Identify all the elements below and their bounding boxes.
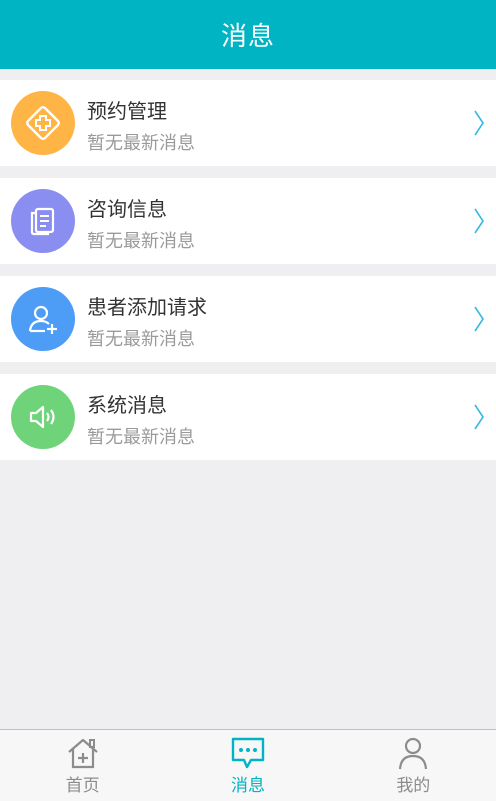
system-message-icon-badge	[11, 385, 75, 449]
message-item-consultation[interactable]: 咨询信息 暂无最新消息	[0, 178, 496, 264]
tab-messages[interactable]: 消息	[165, 730, 330, 801]
patient-request-icon-badge	[11, 287, 75, 351]
message-item-subtitle: 暂无最新消息	[87, 231, 195, 252]
chevron-right-icon	[474, 110, 484, 136]
message-item-appointment[interactable]: 预约管理 暂无最新消息	[0, 80, 496, 166]
message-item-subtitle: 暂无最新消息	[87, 329, 195, 350]
message-item-title: 预约管理	[87, 99, 167, 123]
home-icon	[67, 738, 98, 769]
chevron-right-icon	[474, 306, 484, 332]
message-item-title: 患者添加请求	[87, 295, 207, 319]
bottom-tab-bar: 首页 消息 我的	[0, 729, 496, 801]
message-item-title: 咨询信息	[87, 197, 167, 221]
tab-label: 消息	[230, 776, 265, 796]
add-user-icon	[28, 305, 57, 334]
appointment-icon-badge	[11, 91, 75, 155]
consultation-icon-badge	[11, 189, 75, 253]
message-item-system[interactable]: 系统消息 暂无最新消息	[0, 374, 496, 460]
chat-icon	[231, 737, 265, 769]
tab-label: 首页	[65, 776, 100, 796]
diamond-cross-icon	[26, 106, 60, 140]
document-icon	[30, 207, 55, 236]
header-bar: 消息	[0, 0, 496, 69]
message-item-subtitle: 暂无最新消息	[87, 427, 195, 448]
speaker-icon	[29, 405, 55, 429]
person-icon	[399, 737, 428, 770]
message-list: 预约管理 暂无最新消息 咨询信息 暂无最新消息 患者添加请求 暂无最新消息 系统…	[0, 80, 496, 472]
message-item-subtitle: 暂无最新消息	[87, 133, 195, 154]
tab-profile[interactable]: 我的	[331, 730, 496, 801]
chevron-right-icon	[474, 208, 484, 234]
tab-home[interactable]: 首页	[0, 730, 165, 801]
chevron-right-icon	[474, 404, 484, 430]
tab-label: 我的	[396, 776, 431, 796]
message-item-patient-request[interactable]: 患者添加请求 暂无最新消息	[0, 276, 496, 362]
message-item-title: 系统消息	[87, 393, 167, 417]
page-title: 消息	[220, 22, 275, 52]
